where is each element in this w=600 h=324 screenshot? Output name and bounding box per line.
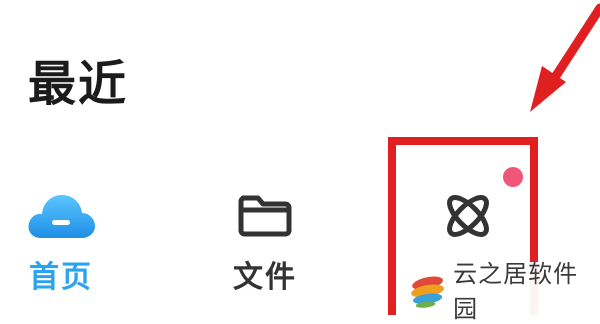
- watermark-text: 云之居软件园: [453, 259, 579, 323]
- watermark: 云之居软件园: [398, 260, 600, 323]
- swirl-logo-icon: [411, 276, 444, 308]
